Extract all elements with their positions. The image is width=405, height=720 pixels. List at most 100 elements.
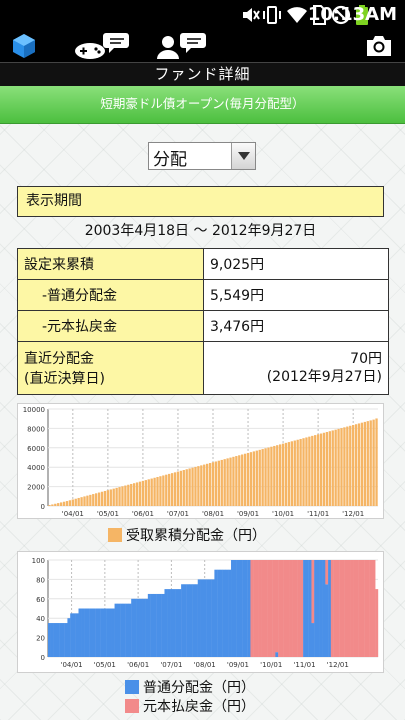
- cumulative-bar: [246, 452, 250, 506]
- ordinary-bar: [183, 584, 187, 657]
- cumulative-bar: [103, 490, 107, 506]
- cumulative-bar: [100, 491, 104, 506]
- ordinary-bar: [311, 623, 315, 657]
- cumulative-bar: [68, 500, 72, 506]
- period-range: 2003年4月18日 〜 2012年9月27日: [84, 223, 317, 239]
- ordinary-bar: [106, 608, 110, 657]
- cumulative-bar: [51, 504, 54, 506]
- principal-bar: [364, 560, 368, 657]
- ordinary-bar: [158, 593, 162, 657]
- view-selector-value: 分配: [153, 150, 187, 170]
- principal-bar: [250, 560, 254, 657]
- ordinary-bar: [72, 613, 76, 657]
- ordinary-bar: [236, 560, 240, 657]
- ordinary-bar: [247, 560, 251, 657]
- ordinary-bar: [142, 598, 146, 657]
- chevron-down-icon[interactable]: [231, 143, 255, 169]
- wifi-icon: [287, 7, 307, 23]
- x-tick-label: '04/01: [62, 510, 84, 518]
- y-tick-label: 100: [32, 557, 45, 565]
- x-tick-label: '09/01: [237, 510, 259, 518]
- ordinary-bar: [48, 623, 51, 657]
- cumulative-bar: [249, 452, 253, 506]
- hexagon-icon[interactable]: [12, 33, 36, 59]
- cumulative-bar: [308, 436, 311, 506]
- principal-bar: [253, 560, 257, 657]
- cumulative-bar: [314, 435, 317, 506]
- camera-icon[interactable]: [366, 35, 392, 57]
- cumulative-bar: [372, 419, 375, 506]
- y-tick-label: 8000: [27, 425, 45, 433]
- principal-bar: [350, 560, 354, 657]
- principal-bar: [358, 560, 362, 657]
- period-label: 表示期間: [17, 186, 384, 217]
- ordinary-bar: [219, 569, 223, 657]
- cumulative-bar: [57, 503, 60, 506]
- cumulative-bar: [203, 464, 206, 506]
- cumulative-bar: [343, 427, 346, 506]
- latest-date-value: (2012年9月27日): [266, 369, 382, 385]
- ordinary-bar: [70, 613, 74, 657]
- cumulative-bar: [276, 445, 279, 506]
- row-label: -元本払戻金: [17, 310, 204, 342]
- principal-bar: [341, 560, 345, 657]
- principal-bar: [353, 560, 357, 657]
- x-tick-label: '06/01: [132, 510, 154, 518]
- ordinary-bar: [194, 584, 198, 657]
- x-tick-label: '04/01: [61, 661, 83, 669]
- cumulative-bar: [363, 421, 367, 506]
- principal-bar: [289, 560, 293, 657]
- ordinary-bar: [305, 560, 309, 657]
- ordinary-bar: [64, 623, 68, 657]
- principal-bar: [261, 560, 265, 657]
- latest-value: 70円: [350, 351, 382, 367]
- row-value: 3,476円: [203, 310, 389, 342]
- principal-bar: [372, 560, 376, 657]
- cumulative-bar: [319, 433, 323, 506]
- ordinary-bar: [78, 608, 82, 657]
- gamepad-chat-icon[interactable]: [72, 31, 132, 61]
- cumulative-bar: [153, 477, 156, 506]
- ordinary-bar: [242, 560, 246, 657]
- view-selector[interactable]: 分配: [148, 142, 256, 170]
- cumulative-bar: [279, 444, 282, 506]
- ordinary-bar: [133, 598, 137, 657]
- x-tick-label: '06/01: [127, 661, 149, 669]
- cumulative-bar: [302, 438, 305, 506]
- cumulative-bar: [235, 456, 238, 506]
- principal-bar: [286, 560, 290, 657]
- ordinary-bar: [56, 623, 60, 657]
- person-chat-icon[interactable]: [155, 31, 207, 61]
- cumulative-bar: [188, 468, 191, 506]
- x-tick-label: '11/01: [307, 510, 329, 518]
- cumulative-bar: [89, 494, 92, 506]
- cumulative-bar: [290, 441, 294, 506]
- cumulative-bar: [264, 448, 267, 506]
- ordinary-bar: [122, 603, 126, 657]
- x-tick-label: '11/01: [293, 661, 315, 669]
- y-tick-label: 0: [41, 654, 45, 662]
- legend-swatch: [125, 680, 139, 694]
- cumulative-bar: [223, 459, 226, 506]
- cumulative-bar: [311, 435, 314, 506]
- cumulative-bar: [162, 475, 165, 506]
- vibrate-icon: [263, 6, 281, 24]
- cumulative-bar: [147, 479, 150, 506]
- ordinary-bar: [147, 593, 151, 657]
- breakdown-chart: 100 80 60 40 20 0 '04/01 '05/01 '06/01 '07/01 '08/…: [17, 551, 384, 673]
- row-value: 9,025円: [203, 248, 389, 280]
- principal-bar: [292, 560, 296, 657]
- cumulative-bar: [170, 473, 174, 506]
- ordinary-bar: [67, 618, 71, 657]
- cumulative-bar: [86, 495, 89, 506]
- cumulative-bar: [255, 450, 258, 506]
- ordinary-bar: [175, 589, 179, 657]
- cumulative-bar: [77, 497, 80, 506]
- cumulative-bar: [54, 503, 57, 506]
- latest-date-label: (直近決算日): [24, 371, 105, 387]
- ordinary-bar: [170, 589, 173, 657]
- ordinary-bar: [59, 623, 63, 657]
- ordinary-bar: [172, 589, 176, 657]
- cumulative-bar: [173, 472, 177, 506]
- x-tick-label: '08/01: [202, 510, 224, 518]
